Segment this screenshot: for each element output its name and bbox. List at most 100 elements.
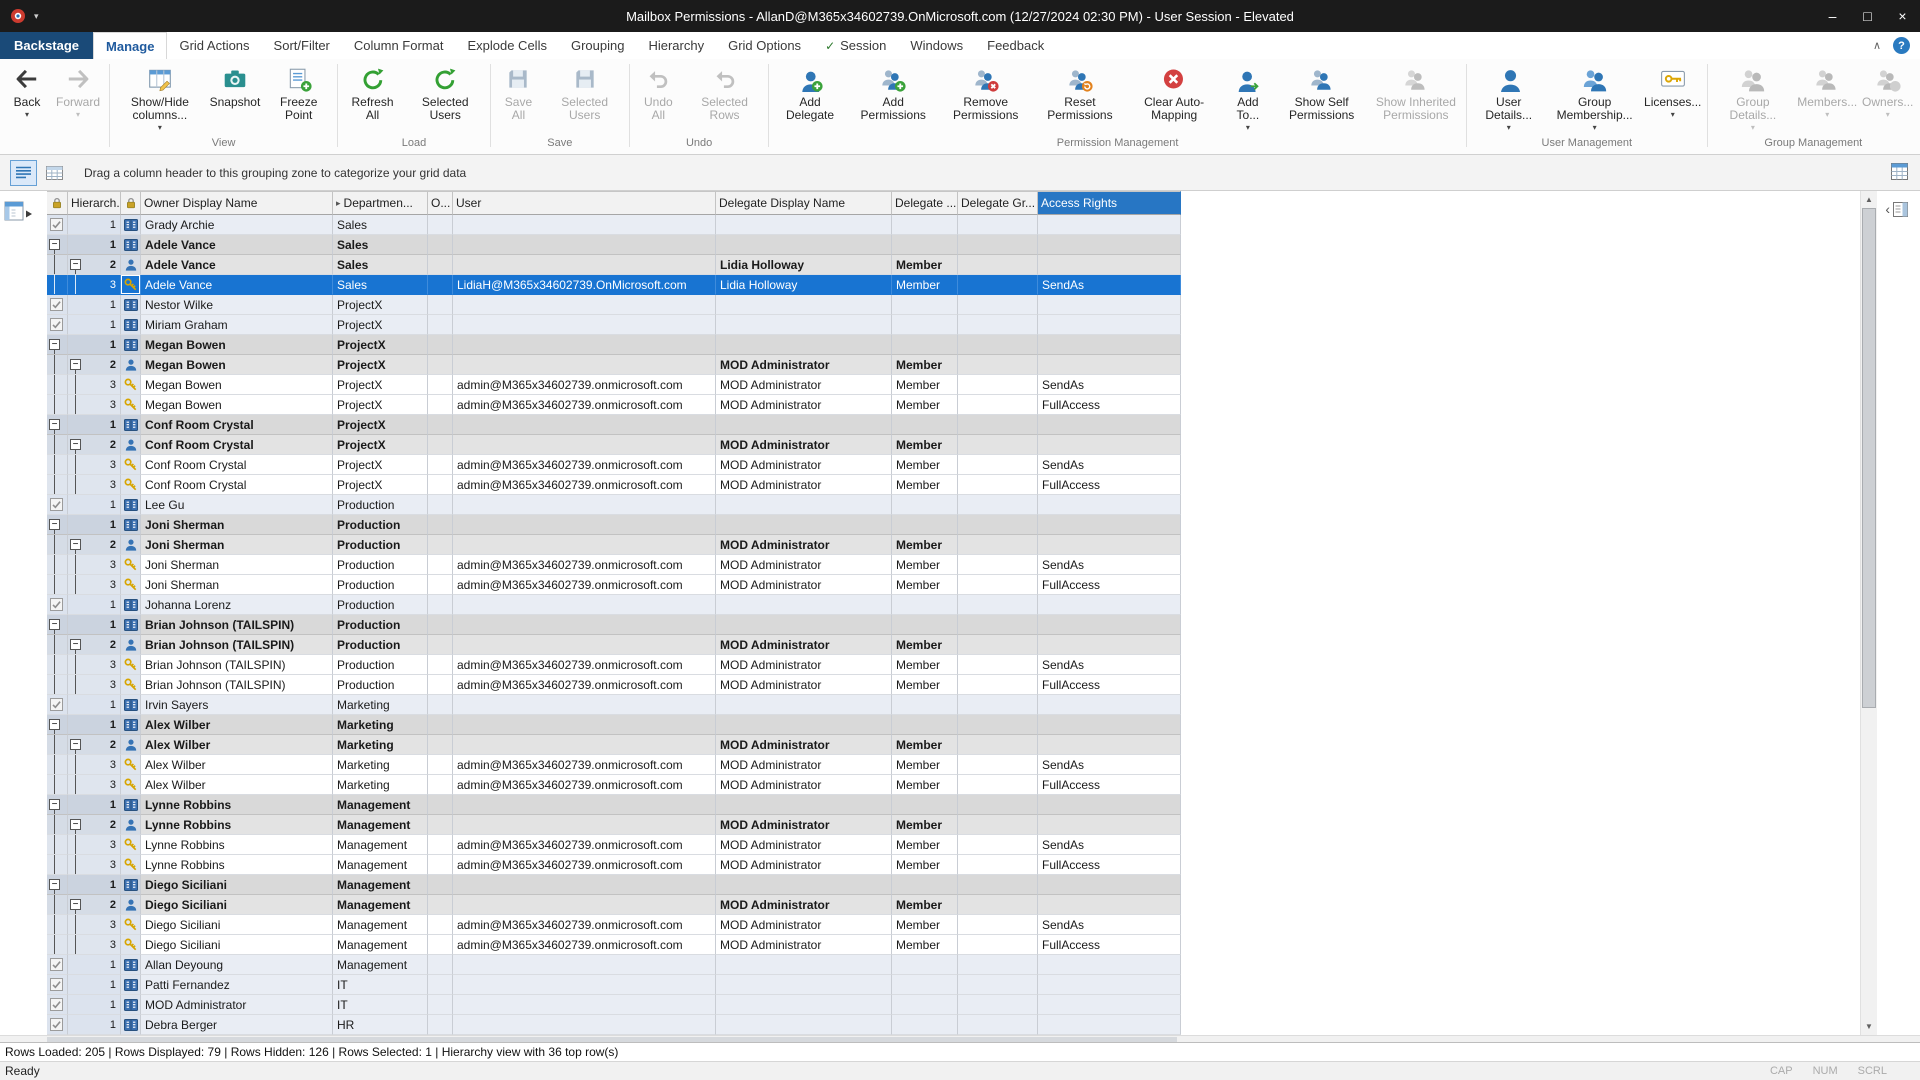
collapse-expander-icon[interactable]: − — [49, 339, 60, 350]
checkbox-checked-icon[interactable] — [50, 1018, 63, 1031]
grid-row[interactable]: 3Alex WilberMarketingadmin@M365x34602739… — [47, 775, 1181, 795]
app-logo-icon[interactable] — [10, 8, 26, 24]
delegate-type-cell[interactable] — [892, 235, 958, 255]
row-indicator-cell[interactable] — [47, 955, 68, 975]
access-rights-cell[interactable]: SendAs — [1038, 455, 1181, 475]
access-rights-cell[interactable]: SendAs — [1038, 555, 1181, 575]
delegate-type-cell[interactable]: Member — [892, 255, 958, 275]
field-chooser-icon[interactable] — [4, 201, 34, 230]
o-cell[interactable] — [428, 815, 453, 835]
grid-row[interactable]: 3Conf Room CrystalProjectXadmin@M365x346… — [47, 475, 1181, 495]
department-cell[interactable]: Production — [333, 655, 428, 675]
owner-cell[interactable]: Joni Sherman — [141, 535, 333, 555]
ribbon-button-clear-auto-mapping[interactable]: Clear Auto-Mapping — [1127, 60, 1221, 122]
grid-row[interactable]: −2Conf Room CrystalProjectXMOD Administr… — [47, 435, 1181, 455]
row-indicator-cell[interactable]: − — [47, 715, 68, 735]
column-header-o[interactable]: O... — [428, 191, 453, 215]
o-cell[interactable] — [428, 235, 453, 255]
delegate-group-cell[interactable] — [958, 635, 1038, 655]
o-cell[interactable] — [428, 615, 453, 635]
access-rights-cell[interactable]: SendAs — [1038, 655, 1181, 675]
grid-row[interactable]: 1Allan DeyoungManagement — [47, 955, 1181, 975]
delegate-group-cell[interactable] — [958, 555, 1038, 575]
owner-cell[interactable]: Megan Bowen — [141, 395, 333, 415]
department-cell[interactable]: Marketing — [333, 755, 428, 775]
owner-cell[interactable]: Johanna Lorenz — [141, 595, 333, 615]
delegate-type-cell[interactable] — [892, 515, 958, 535]
delegate-name-cell[interactable] — [716, 875, 892, 895]
delegate-type-cell[interactable]: Member — [892, 355, 958, 375]
o-cell[interactable] — [428, 955, 453, 975]
collapse-expander-icon[interactable]: − — [49, 419, 60, 430]
checkbox-checked-icon[interactable] — [50, 998, 63, 1011]
o-cell[interactable] — [428, 995, 453, 1015]
o-cell[interactable] — [428, 935, 453, 955]
user-cell[interactable]: admin@M365x34602739.onmicrosoft.com — [453, 775, 716, 795]
tab-grid-options[interactable]: Grid Options — [716, 32, 813, 59]
owner-cell[interactable]: Conf Room Crystal — [141, 455, 333, 475]
owner-cell[interactable]: Grady Archie — [141, 215, 333, 235]
delegate-group-cell[interactable] — [958, 275, 1038, 295]
column-header-hier[interactable]: Hierarch... — [68, 191, 121, 215]
access-rights-cell[interactable]: FullAccess — [1038, 775, 1181, 795]
delegate-name-cell[interactable]: MOD Administrator — [716, 455, 892, 475]
tab-sort-filter[interactable]: Sort/Filter — [262, 32, 342, 59]
user-cell[interactable]: LidiaH@M365x34602739.OnMicrosoft.com — [453, 275, 716, 295]
delegate-name-cell[interactable]: MOD Administrator — [716, 775, 892, 795]
delegate-type-cell[interactable] — [892, 715, 958, 735]
department-cell[interactable]: ProjectX — [333, 395, 428, 415]
horizontal-scrollbar[interactable] — [0, 1035, 1920, 1042]
department-cell[interactable]: Marketing — [333, 735, 428, 755]
delegate-group-cell[interactable] — [958, 315, 1038, 335]
grid-row[interactable]: −1Joni ShermanProduction — [47, 515, 1181, 535]
ribbon-button-back[interactable]: Back▾ — [4, 60, 50, 119]
help-icon[interactable]: ? — [1893, 37, 1910, 54]
right-panel-toggle[interactable]: ‹ — [1885, 201, 1908, 217]
department-cell[interactable]: ProjectX — [333, 435, 428, 455]
delegate-group-cell[interactable] — [958, 775, 1038, 795]
access-rights-cell[interactable]: FullAccess — [1038, 475, 1181, 495]
department-cell[interactable]: Management — [333, 895, 428, 915]
column-header-dtype[interactable]: Delegate ... — [892, 191, 958, 215]
owner-cell[interactable]: Joni Sherman — [141, 515, 333, 535]
tab-column-format[interactable]: Column Format — [342, 32, 456, 59]
delegate-type-cell[interactable] — [892, 1015, 958, 1035]
delegate-type-cell[interactable] — [892, 415, 958, 435]
grid-row[interactable]: −1Lynne RobbinsManagement — [47, 795, 1181, 815]
checkbox-checked-icon[interactable] — [50, 598, 63, 611]
checkbox-checked-icon[interactable] — [50, 318, 63, 331]
owner-cell[interactable]: Brian Johnson (TAILSPIN) — [141, 615, 333, 635]
delegate-type-cell[interactable]: Member — [892, 575, 958, 595]
delegate-name-cell[interactable] — [716, 715, 892, 735]
row-indicator-cell[interactable]: − — [47, 615, 68, 635]
titlebar-dropdown-caret-icon[interactable]: ▾ — [34, 11, 39, 22]
o-cell[interactable] — [428, 475, 453, 495]
collapse-expander-icon[interactable]: − — [49, 879, 60, 890]
access-rights-cell[interactable]: SendAs — [1038, 275, 1181, 295]
tab-manage[interactable]: Manage — [93, 32, 167, 59]
delegate-group-cell[interactable] — [958, 875, 1038, 895]
delegate-group-cell[interactable] — [958, 955, 1038, 975]
grid-row[interactable]: 3Lynne RobbinsManagementadmin@M365x34602… — [47, 835, 1181, 855]
o-cell[interactable] — [428, 595, 453, 615]
user-cell[interactable] — [453, 355, 716, 375]
column-header-sel[interactable] — [47, 191, 68, 215]
ribbon-button-add-to[interactable]: Add To...▾ — [1221, 60, 1274, 132]
row-indicator-cell[interactable]: − — [47, 235, 68, 255]
collapse-expander-icon[interactable]: − — [70, 539, 81, 550]
access-rights-cell[interactable] — [1038, 815, 1181, 835]
user-cell[interactable] — [453, 875, 716, 895]
o-cell[interactable] — [428, 975, 453, 995]
access-rights-cell[interactable] — [1038, 795, 1181, 815]
department-cell[interactable]: Management — [333, 875, 428, 895]
delegate-type-cell[interactable] — [892, 975, 958, 995]
delegate-name-cell[interactable]: MOD Administrator — [716, 895, 892, 915]
o-cell[interactable] — [428, 855, 453, 875]
o-cell[interactable] — [428, 895, 453, 915]
grid-row[interactable]: −2Adele VanceSalesLidia HollowayMember — [47, 255, 1181, 275]
owner-cell[interactable]: Adele Vance — [141, 255, 333, 275]
row-indicator-cell[interactable]: − — [47, 795, 68, 815]
delegate-name-cell[interactable] — [716, 315, 892, 335]
delegate-group-cell[interactable] — [958, 795, 1038, 815]
ribbon-button-remove-permissions[interactable]: Remove Permissions — [939, 60, 1033, 122]
